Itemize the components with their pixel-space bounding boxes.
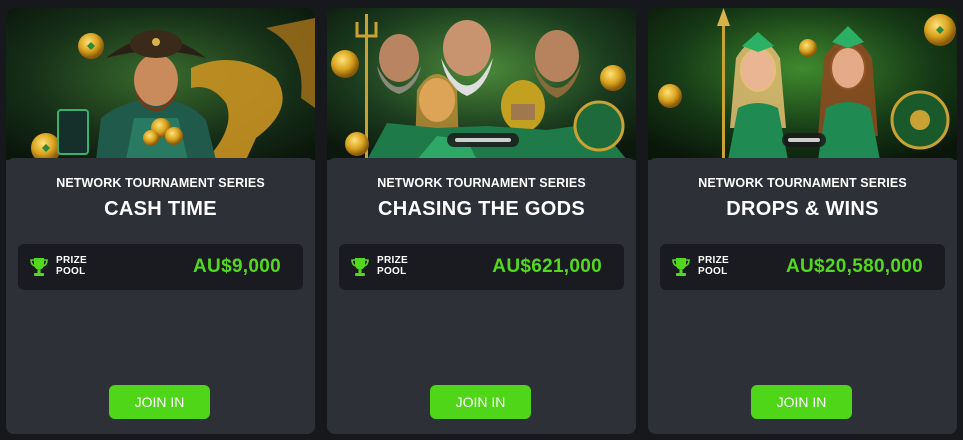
prize-pool-label: PRIZE POOL	[698, 255, 729, 277]
tournament-title: DROPS & WINS	[726, 198, 879, 220]
prize-pool-box: PRIZE POOL AU$621,000	[339, 244, 624, 290]
prize-amount: AU$621,000	[492, 256, 602, 277]
series-label: NETWORK TOURNAMENT SERIES	[377, 176, 586, 190]
join-in-button[interactable]: JOIN IN	[430, 385, 531, 419]
join-in-button[interactable]: JOIN IN	[109, 385, 210, 419]
tournament-page: NETWORK TOURNAMENT SERIES CASH TIME PRIZ…	[0, 0, 963, 440]
tournament-title: CASH TIME	[104, 198, 217, 220]
tournament-card-cash-time[interactable]: NETWORK TOURNAMENT SERIES CASH TIME PRIZ…	[6, 8, 315, 434]
prize-label-line2: POOL	[377, 266, 407, 277]
prize-pool-label: PRIZE POOL	[56, 255, 87, 277]
trophy-icon	[30, 258, 48, 276]
trophy-icon	[672, 258, 690, 276]
gods-banner-image[interactable]	[327, 8, 636, 160]
prize-pool-box: PRIZE POOL AU$9,000	[18, 244, 303, 290]
tournament-title: CHASING THE GODS	[377, 198, 586, 220]
prize-label-line2: POOL	[56, 266, 86, 277]
pirate-banner-image[interactable]	[6, 8, 315, 160]
tournament-card-drops-and-wins[interactable]: NETWORK TOURNAMENT SERIES DROPS & WINS P…	[648, 8, 957, 434]
card-content-panel: NETWORK TOURNAMENT SERIES DROPS & WINS P…	[648, 158, 957, 434]
prize-label-line1: PRIZE	[56, 255, 87, 266]
prize-label-line1: PRIZE	[698, 255, 729, 266]
tournament-card-chasing-the-gods[interactable]: NETWORK TOURNAMENT SERIES CHASING THE GO…	[327, 8, 636, 434]
prize-label-line2: POOL	[698, 266, 728, 277]
card-content-panel: NETWORK TOURNAMENT SERIES CASH TIME PRIZ…	[6, 158, 315, 434]
series-label: NETWORK TOURNAMENT SERIES	[56, 176, 265, 190]
prize-amount: AU$9,000	[193, 256, 281, 277]
prize-pool-box: PRIZE POOL AU$20,580,000	[660, 244, 945, 290]
prize-pool-label: PRIZE POOL	[377, 255, 408, 277]
prize-label-line1: PRIZE	[377, 255, 408, 266]
trophy-icon	[351, 258, 369, 276]
warriors-banner-image[interactable]	[648, 8, 957, 160]
prize-amount: AU$20,580,000	[785, 256, 923, 277]
join-in-button[interactable]: JOIN IN	[751, 385, 852, 419]
series-label: NETWORK TOURNAMENT SERIES	[698, 176, 907, 190]
card-content-panel: NETWORK TOURNAMENT SERIES CHASING THE GO…	[327, 158, 636, 434]
